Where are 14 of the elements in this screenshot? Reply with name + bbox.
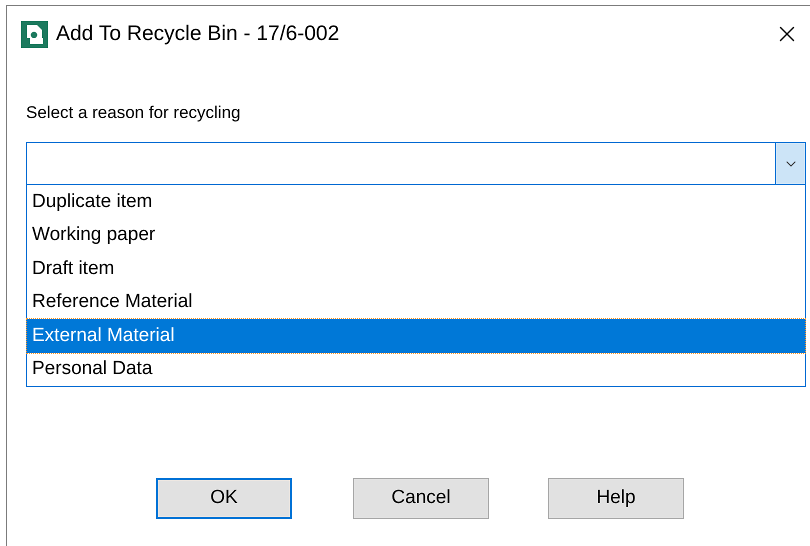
- field-label: Select a reason for recycling: [26, 102, 242, 124]
- list-option[interactable]: Personal Data: [27, 352, 805, 386]
- reason-dropdown[interactable]: [26, 142, 806, 185]
- list-option[interactable]: Working paper: [27, 218, 805, 252]
- app-icon: [21, 20, 48, 48]
- list-option[interactable]: Draft item: [27, 252, 805, 286]
- window-title: Add To Recycle Bin - 17/6-002: [56, 21, 340, 48]
- dialog-button[interactable]: OK: [156, 478, 292, 519]
- dialog-button[interactable]: Cancel: [353, 478, 489, 519]
- list-option[interactable]: Reference Material: [27, 286, 805, 319]
- list-option[interactable]: External Material: [27, 319, 805, 352]
- dropdown-button[interactable]: [775, 143, 805, 184]
- list-option[interactable]: Duplicate item: [27, 185, 805, 218]
- dialog-button[interactable]: Help: [548, 478, 684, 519]
